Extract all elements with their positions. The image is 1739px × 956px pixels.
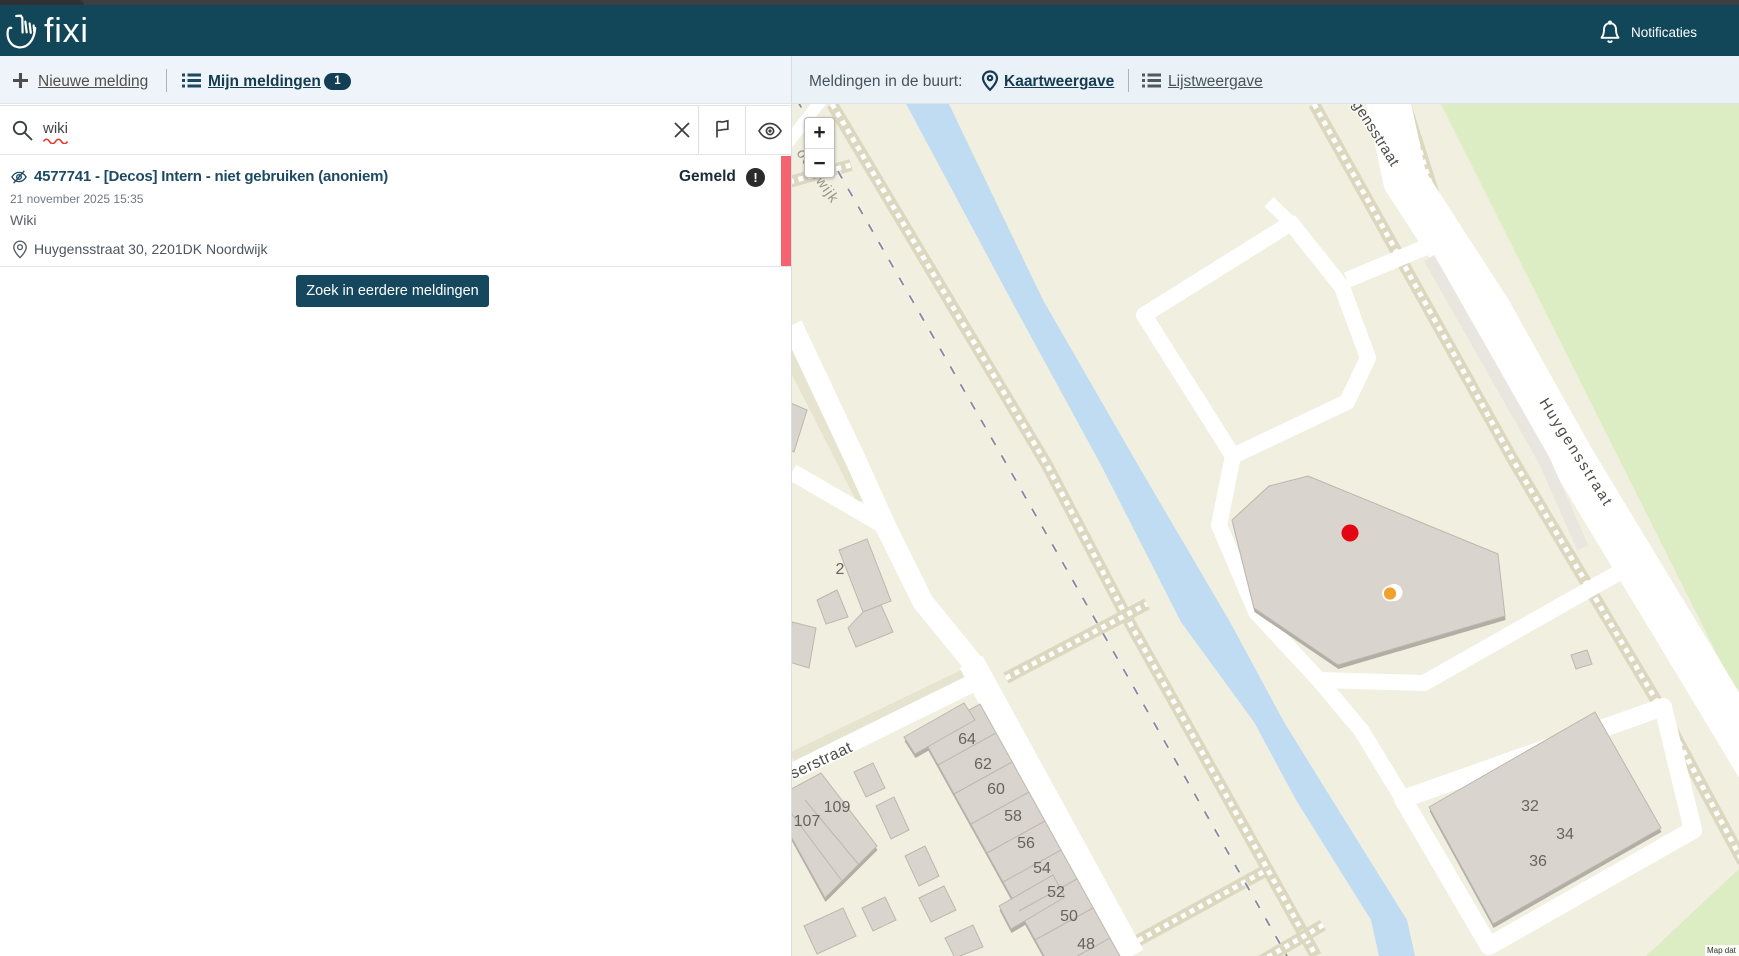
svg-text:34: 34 (1556, 826, 1574, 843)
svg-text:109: 109 (824, 799, 851, 816)
svg-text:50: 50 (1060, 908, 1078, 925)
svg-text:58: 58 (1004, 808, 1022, 825)
svg-text:60: 60 (987, 781, 1005, 798)
svg-text:62: 62 (974, 756, 992, 773)
svg-text:54: 54 (1033, 860, 1051, 877)
svg-text:64: 64 (958, 731, 976, 748)
svg-text:2: 2 (836, 561, 845, 578)
svg-text:56: 56 (1017, 835, 1035, 852)
svg-text:32: 32 (1521, 798, 1539, 815)
svg-text:36: 36 (1529, 853, 1547, 870)
svg-text:48: 48 (1077, 936, 1095, 953)
svg-text:52: 52 (1047, 884, 1065, 901)
svg-text:107: 107 (794, 813, 821, 830)
